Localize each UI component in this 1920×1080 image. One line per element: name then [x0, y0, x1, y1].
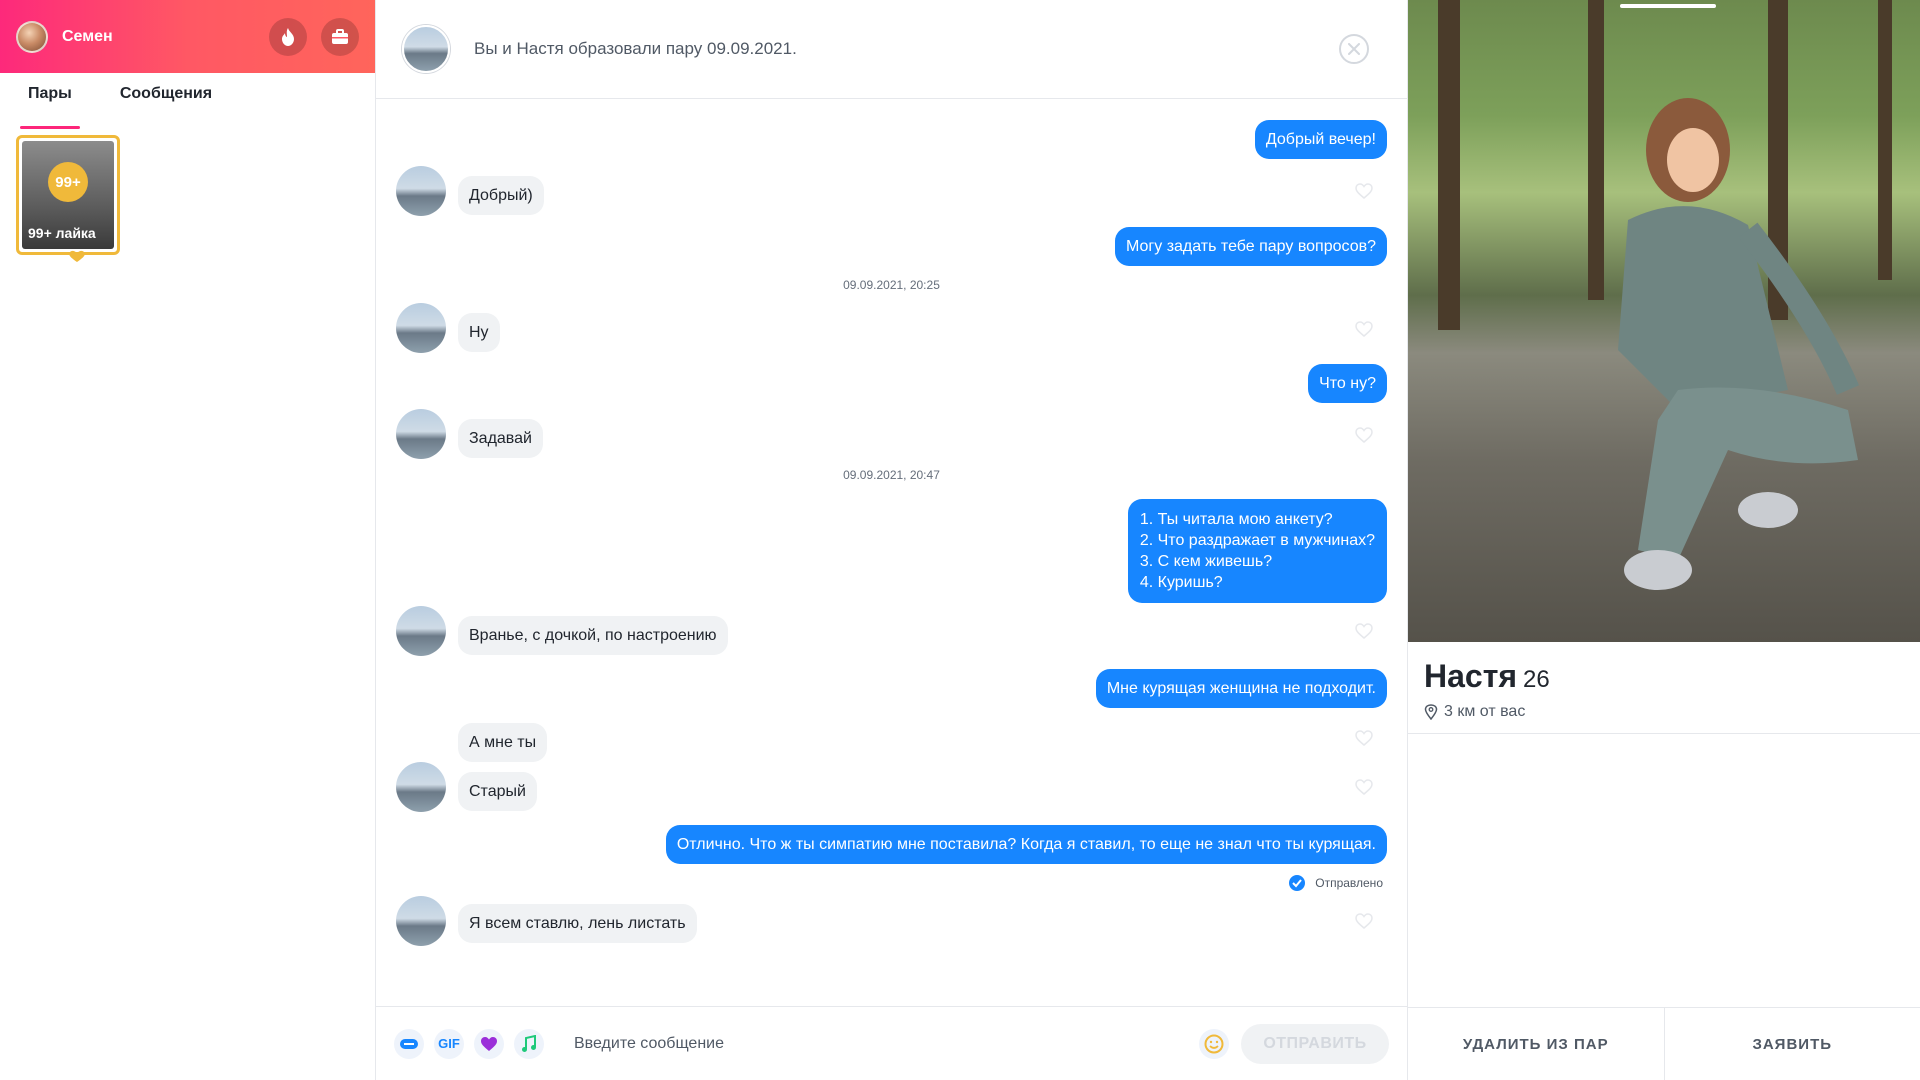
- user-avatar[interactable]: [16, 20, 48, 53]
- outgoing-message[interactable]: Мне курящая женщина не подходит.: [1095, 669, 1387, 708]
- tab-messages[interactable]: Сообщения: [112, 85, 220, 129]
- sender-avatar[interactable]: [396, 606, 446, 656]
- report-button[interactable]: ЗАЯВИТЬ: [1663, 1008, 1920, 1080]
- likes-you-card[interactable]: 99+ 99+ лайка: [16, 135, 120, 262]
- incoming-message[interactable]: Я всем ставлю, лень листать: [458, 904, 697, 943]
- person-figure: [1618, 98, 1860, 590]
- briefcase-icon: [332, 28, 348, 44]
- close-icon: [1348, 43, 1360, 55]
- outgoing-message[interactable]: Что ну?: [1308, 364, 1387, 403]
- match-info-text: Вы и Настя образовали пару 09.09.2021.: [474, 39, 797, 58]
- music-button[interactable]: [514, 1028, 544, 1059]
- tab-matches[interactable]: Пары: [20, 85, 80, 129]
- gold-heart-icon: [69, 250, 85, 262]
- sender-avatar[interactable]: [396, 896, 446, 946]
- incoming-message[interactable]: А мне ты: [458, 723, 548, 762]
- incoming-message[interactable]: Старый: [458, 772, 537, 811]
- profile-info: Настя 26 3 км от вас: [1408, 642, 1920, 734]
- heart-sticker-button[interactable]: [474, 1028, 504, 1059]
- incoming-message[interactable]: Добрый): [458, 176, 544, 215]
- outgoing-message[interactable]: Добрый вечер!: [1254, 120, 1387, 159]
- close-chat-button[interactable]: [1339, 34, 1369, 64]
- distance-text: 3 км от вас: [1444, 703, 1526, 720]
- heart-outline-icon[interactable]: [1355, 321, 1373, 337]
- profile-photo[interactable]: [1408, 0, 1920, 642]
- outgoing-message[interactable]: Отлично. Что ж ты симпатию мне поставила…: [665, 825, 1387, 864]
- work-mode-button[interactable]: [321, 17, 359, 56]
- incoming-message[interactable]: Вранье, с дочкой, по настроению: [458, 616, 728, 655]
- message-input[interactable]: [574, 1034, 1199, 1053]
- heart-outline-icon[interactable]: [1355, 427, 1373, 443]
- heart-outline-icon[interactable]: [1355, 730, 1373, 746]
- message-timestamp: 09.09.2021, 20:25: [843, 278, 940, 292]
- gif-button[interactable]: GIF: [434, 1028, 464, 1059]
- emoji-button[interactable]: [1199, 1028, 1229, 1059]
- photo-indicator[interactable]: [1620, 4, 1716, 8]
- outgoing-message[interactable]: Могу задать тебе пару вопросов?: [1115, 227, 1387, 266]
- likes-card-preview: 99+ 99+ лайка: [22, 141, 114, 262]
- sidebar-header: Семен: [0, 0, 375, 73]
- message-line: 1. Ты читала мою анкету?: [1139, 511, 1333, 528]
- sender-avatar[interactable]: [396, 166, 446, 216]
- heart-outline-icon[interactable]: [1355, 913, 1373, 929]
- sender-avatar[interactable]: [396, 762, 446, 812]
- heart-outline-icon[interactable]: [1355, 623, 1373, 639]
- message-line: 2. Что раздражает в мужчинах?: [1139, 532, 1375, 549]
- sidebar: Семен Пары Сообщения 99+ 99+ лайка: [0, 0, 376, 1080]
- sender-avatar[interactable]: [396, 303, 446, 353]
- outgoing-message-multiline[interactable]: 1. Ты читала мою анкету? 2. Что раздража…: [1127, 499, 1387, 603]
- flame-icon: [282, 27, 294, 46]
- delivery-status-text: Отправлено: [1315, 876, 1383, 890]
- unmatch-button[interactable]: УДАЛИТЬ ИЗ ПАР: [1408, 1008, 1664, 1080]
- message-line: 3. С кем живешь?: [1139, 553, 1273, 570]
- chat-header: Вы и Настя образовали пару 09.09.2021.: [376, 0, 1407, 99]
- app: Семен Пары Сообщения 99+ 99+ лайка Вы и …: [0, 0, 1920, 1080]
- heart-sticker-icon: [481, 1036, 497, 1051]
- incoming-message[interactable]: Ну: [458, 313, 500, 352]
- sticker-icon: [400, 1038, 418, 1049]
- incoming-message[interactable]: Задавай: [458, 419, 543, 458]
- profile-name: Настя: [1424, 658, 1518, 694]
- location-pin-icon: [1424, 704, 1438, 720]
- message-list: Добрый вечер! Добрый) Могу задать тебе п…: [376, 99, 1407, 1006]
- explore-button[interactable]: [269, 17, 307, 56]
- send-button[interactable]: ОТПРАВИТЬ: [1241, 1023, 1389, 1064]
- sender-avatar[interactable]: [396, 409, 446, 459]
- match-avatar[interactable]: [402, 25, 450, 73]
- profile-panel: Настя 26 3 км от вас УДАЛИТЬ ИЗ ПАР ЗАЯВИ…: [1408, 0, 1920, 1080]
- message-composer: GIF ОТПРАВИТЬ: [376, 1006, 1407, 1080]
- likes-label: 99+ лайка: [28, 225, 96, 241]
- heart-outline-icon[interactable]: [1355, 183, 1373, 199]
- profile-actions: УДАЛИТЬ ИЗ ПАР ЗАЯВИТЬ: [1408, 1007, 1920, 1080]
- chat-panel: Вы и Настя образовали пару 09.09.2021. Д…: [376, 0, 1408, 1080]
- profile-distance: 3 км от вас: [1424, 703, 1904, 721]
- music-icon: [522, 1034, 536, 1052]
- sidebar-tabs: Пары Сообщения: [0, 73, 375, 129]
- sticker-button[interactable]: [394, 1028, 424, 1059]
- user-name[interactable]: Семен: [62, 28, 113, 46]
- heart-outline-icon[interactable]: [1355, 779, 1373, 795]
- emoji-icon: [1204, 1034, 1224, 1053]
- profile-age: 26: [1523, 666, 1550, 693]
- delivered-check-icon: [1289, 875, 1306, 891]
- message-line: 4. Куришь?: [1139, 574, 1223, 591]
- gif-icon: GIF: [438, 1036, 460, 1051]
- likes-count-badge: 99+: [48, 162, 88, 203]
- message-timestamp: 09.09.2021, 20:47: [843, 468, 940, 482]
- delivery-status: Отправлено: [1289, 875, 1383, 891]
